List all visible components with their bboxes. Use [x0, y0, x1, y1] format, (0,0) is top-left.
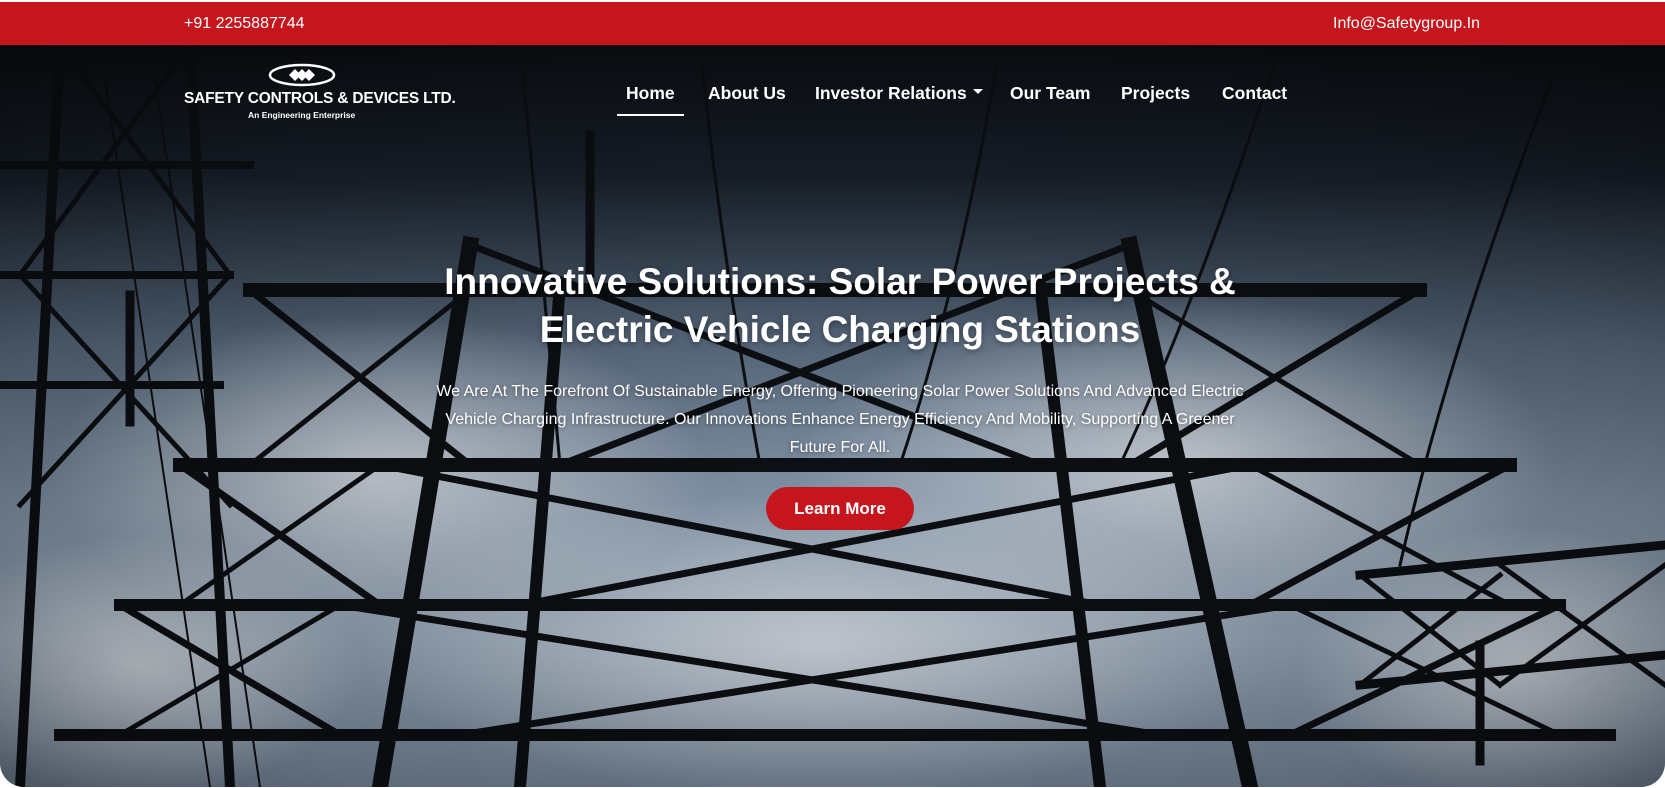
brand-logo[interactable]: SAFETY CONTROLS & DEVICES LTD. An Engine…: [184, 63, 456, 123]
caret-down-icon: [972, 88, 983, 94]
hero-headline-line-1: Innovative Solutions: Solar Power Projec…: [444, 261, 1236, 302]
learn-more-button[interactable]: Learn More: [766, 487, 914, 530]
hero-headline-line-2: Electric Vehicle Charging Stations: [539, 309, 1141, 350]
brand-tagline: An Engineering Enterprise: [248, 110, 356, 120]
page: +91 2255887744 Info@Safetygroup.In SAFET…: [0, 0, 1665, 788]
hero-headline: Innovative Solutions: Solar Power Projec…: [420, 258, 1260, 354]
brand-name: SAFETY CONTROLS & DEVICES LTD.: [184, 90, 456, 107]
nav-home[interactable]: Home: [617, 83, 684, 116]
phone-link[interactable]: +91 2255887744: [184, 15, 305, 33]
nav-investor-relations[interactable]: Investor Relations: [815, 83, 983, 104]
email-link[interactable]: Info@Safetygroup.In: [1333, 15, 1480, 33]
nav-our-team[interactable]: Our Team: [1010, 83, 1090, 104]
nav-contact[interactable]: Contact: [1222, 83, 1287, 104]
diamond-cluster-logo-icon: [268, 63, 336, 87]
contact-bar: +91 2255887744 Info@Safetygroup.In: [0, 2, 1665, 45]
nav-investor-relations-label: Investor Relations: [815, 83, 967, 103]
nav-projects[interactable]: Projects: [1121, 83, 1190, 104]
nav-about-us[interactable]: About Us: [708, 83, 786, 104]
hero-subtext: We Are At The Forefront Of Sustainable E…: [436, 383, 1244, 456]
